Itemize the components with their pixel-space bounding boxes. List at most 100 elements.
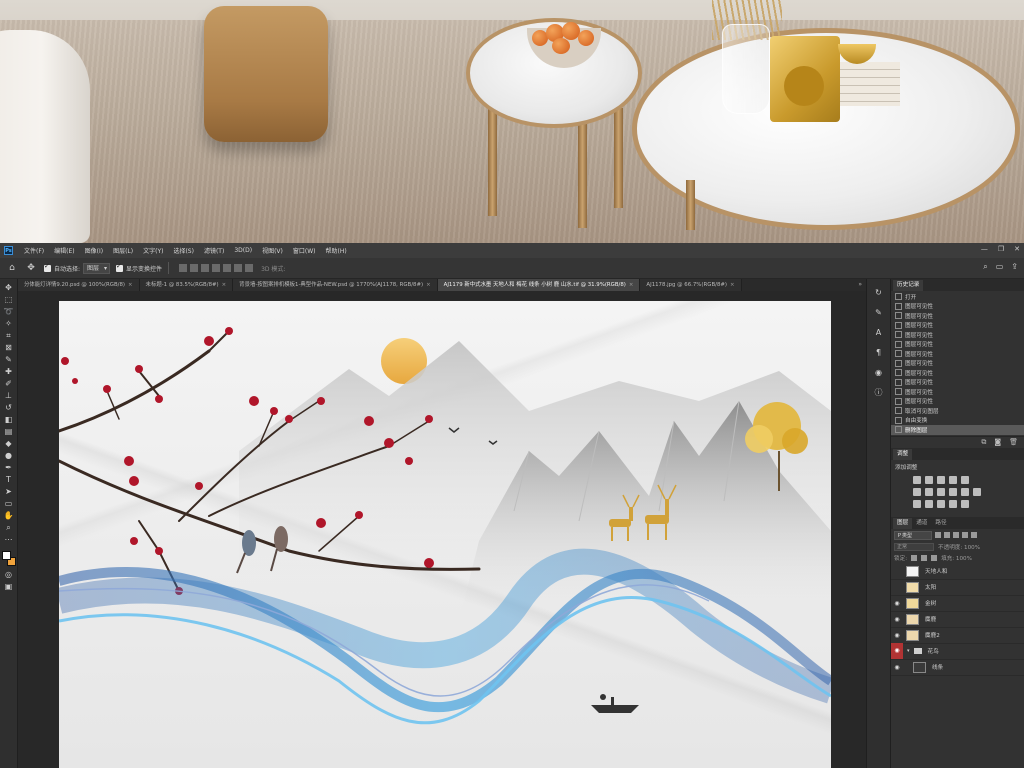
eyedropper-icon[interactable]: ✎ xyxy=(3,355,15,364)
shape-filter-icon[interactable] xyxy=(962,532,968,538)
more-tools-icon[interactable]: ⋯ xyxy=(3,535,15,544)
fill-control[interactable]: 填充: 100% xyxy=(941,554,972,562)
menu-select[interactable]: 选择(S) xyxy=(168,246,199,255)
magic-wand-icon[interactable]: ✧ xyxy=(3,319,15,328)
foreground-color-swatch[interactable] xyxy=(1,551,11,560)
close-tab-icon[interactable]: × xyxy=(730,282,735,288)
menu-edit[interactable]: 编辑(E) xyxy=(49,246,79,255)
history-item[interactable]: 图层可见性 xyxy=(891,330,1024,340)
path-select-icon[interactable]: ➤ xyxy=(3,487,15,496)
lasso-tool-icon[interactable]: ➰ xyxy=(3,307,15,316)
show-transform-checkbox[interactable] xyxy=(116,262,124,272)
menu-view[interactable]: 视图(V) xyxy=(257,246,288,255)
history-item[interactable]: 图层可见性 xyxy=(891,302,1024,312)
history-item[interactable]: 图层可见性 xyxy=(891,349,1024,359)
invert-icon[interactable] xyxy=(913,499,921,508)
eye-icon[interactable]: ◉ xyxy=(891,600,903,607)
history-item[interactable]: 取消可见图层 xyxy=(891,406,1024,416)
menu-help[interactable]: 帮助(H) xyxy=(321,246,352,255)
history-item[interactable]: 图层可见性 xyxy=(891,387,1024,397)
align-left-icon[interactable] xyxy=(179,264,188,272)
stamp-tool-icon[interactable]: ⊥ xyxy=(3,391,15,400)
levels-icon[interactable] xyxy=(925,475,933,484)
lock-all-icon[interactable] xyxy=(931,555,938,561)
history-item[interactable]: 打开 xyxy=(891,292,1024,302)
close-tab-icon[interactable]: × xyxy=(128,282,133,288)
eye-icon[interactable]: ◉ xyxy=(891,664,903,671)
color-swatches[interactable] xyxy=(1,551,16,567)
layer-row[interactable]: ◉ 麋鹿 xyxy=(891,612,1024,628)
history-brush-icon[interactable]: ↺ xyxy=(3,403,15,412)
dodge-tool-icon[interactable]: ● xyxy=(3,451,15,460)
distribute-icon[interactable] xyxy=(245,264,254,272)
minimize-icon[interactable]: — xyxy=(981,245,988,253)
menu-filter[interactable]: 滤镜(T) xyxy=(199,246,229,255)
close-icon[interactable]: ✕ xyxy=(1014,245,1020,253)
tab-history[interactable]: 历史记录 xyxy=(893,280,924,291)
brush-settings-icon[interactable]: ✎ xyxy=(873,307,885,319)
character-panel-icon[interactable]: A xyxy=(873,327,885,339)
shape-tool-icon[interactable]: ▭ xyxy=(3,499,15,508)
new-document-from-state-icon[interactable]: ⧉ xyxy=(981,438,986,447)
tab-layers[interactable]: 图层 xyxy=(893,517,913,529)
maximize-icon[interactable]: ❐ xyxy=(998,245,1004,253)
layer-row[interactable]: ◉ 麋鹿2 xyxy=(891,628,1024,644)
share-icon[interactable]: ⇪ xyxy=(1011,262,1018,272)
layer-group-row[interactable]: ◉ ▾ 花鸟 xyxy=(891,643,1024,660)
paragraph-panel-icon[interactable]: ¶ xyxy=(873,347,885,359)
trash-icon[interactable]: 🗑 xyxy=(1009,438,1018,446)
layer-row[interactable]: 太阳 xyxy=(891,580,1024,596)
quick-mask-icon[interactable]: ◎ xyxy=(3,570,15,579)
snapshot-icon[interactable]: ◙ xyxy=(994,438,1001,446)
black-white-icon[interactable] xyxy=(937,487,945,496)
menu-3d[interactable]: 3D(D) xyxy=(229,247,257,254)
eraser-icon[interactable]: ◧ xyxy=(3,415,15,424)
auto-select-checkbox[interactable] xyxy=(44,262,51,272)
close-tab-icon[interactable]: × xyxy=(426,282,431,288)
menu-layer[interactable]: 图层(L) xyxy=(108,246,138,255)
history-item[interactable]: 图层可见性 xyxy=(891,378,1024,388)
align-right-icon[interactable] xyxy=(201,264,210,272)
smart-object-filter-icon[interactable] xyxy=(971,532,977,538)
info-icon[interactable]: ⓘ xyxy=(873,387,885,399)
posterize-icon[interactable] xyxy=(925,499,933,508)
align-bottom-icon[interactable] xyxy=(234,264,243,272)
hand-tool-icon[interactable]: ✋ xyxy=(3,511,15,520)
history-item[interactable]: 自由变换 xyxy=(891,416,1024,426)
frame-tool-icon[interactable]: ⊠ xyxy=(3,343,15,352)
document-tab[interactable]: 未标题-1 @ 83.5%(RGB/8#) × xyxy=(139,279,234,291)
color-lookup-icon[interactable] xyxy=(973,487,981,496)
history-item[interactable]: 图层可见性 xyxy=(891,397,1024,407)
align-center-icon[interactable] xyxy=(190,264,199,272)
channel-mixer-icon[interactable] xyxy=(961,487,969,496)
type-filter-icon[interactable] xyxy=(953,532,959,538)
pen-tool-icon[interactable]: ✒ xyxy=(3,463,15,472)
brush-tool-icon[interactable]: ✐ xyxy=(3,379,15,388)
document-tab[interactable]: AJ1178.jpg @ 66.7%(RGB/8#) × xyxy=(640,279,742,291)
lock-pixels-icon[interactable] xyxy=(911,555,918,561)
properties-icon[interactable]: ◉ xyxy=(873,367,885,379)
history-item[interactable]: 图层可见性 xyxy=(891,359,1024,369)
close-tab-icon[interactable]: × xyxy=(222,282,227,288)
layer-row[interactable]: 天地人和 xyxy=(891,564,1024,580)
align-top-icon[interactable] xyxy=(212,264,221,272)
photo-filter-icon[interactable] xyxy=(949,487,957,496)
document-tab[interactable]: 分体能灯详情9.20.psd @ 100%(RGB/8) × xyxy=(18,279,140,291)
zoom-tool-icon[interactable]: ⌕ xyxy=(3,523,15,532)
layer-kind-filter[interactable]: Ｐ类型 xyxy=(894,530,932,540)
close-tab-icon[interactable]: × xyxy=(629,282,634,288)
move-tool-icon[interactable]: ✥ xyxy=(3,283,15,292)
history-item[interactable]: 图层可见性 xyxy=(891,368,1024,378)
type-tool-icon[interactable]: T xyxy=(3,475,15,484)
hue-saturation-icon[interactable] xyxy=(913,487,921,496)
more-tabs-icon[interactable]: » xyxy=(858,279,862,291)
crop-tool-icon[interactable]: ⌗ xyxy=(3,331,15,340)
document-tab[interactable]: 背景墙-按图案排机模板1-典型作品-NEW.psd @ 1770%(AJ1178… xyxy=(233,279,438,291)
tab-channels[interactable]: 通道 xyxy=(912,518,931,529)
brightness-contrast-icon[interactable] xyxy=(913,475,921,484)
curves-icon[interactable] xyxy=(937,475,945,484)
marquee-tool-icon[interactable]: ⬚ xyxy=(3,295,15,304)
history-item[interactable]: 图层可见性 xyxy=(891,340,1024,350)
chevron-down-icon[interactable]: ▾ xyxy=(907,648,910,654)
layer-row[interactable]: ◉ 金树 xyxy=(891,596,1024,612)
